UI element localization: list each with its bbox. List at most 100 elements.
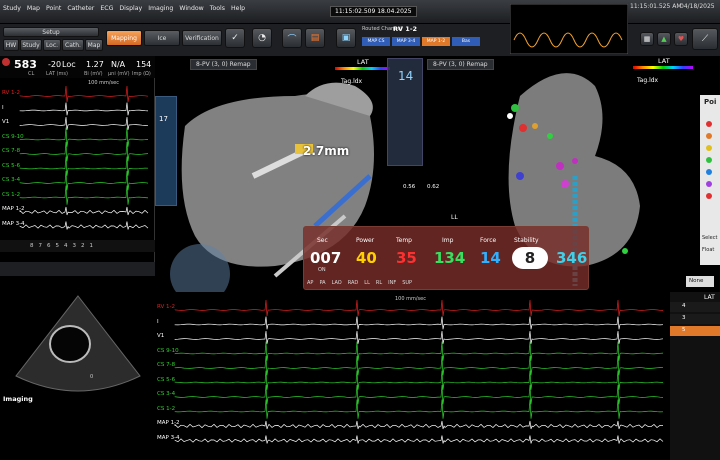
- tree-icon[interactable]: ▲: [657, 32, 671, 46]
- view-lao[interactable]: LAO: [332, 280, 342, 286]
- grid-icon[interactable]: ▦: [640, 32, 654, 46]
- egm-channel-label: I: [2, 104, 4, 111]
- chip-map-cs[interactable]: MAP CS: [362, 37, 390, 46]
- right-lat-colorbar: [633, 66, 693, 69]
- extra-value: 346: [556, 249, 588, 267]
- catheter-icon[interactable]: ⟋: [692, 28, 718, 50]
- egm-trace: [19, 206, 149, 216]
- sync-icon[interactable]: ✓: [225, 28, 245, 48]
- egm-trace: [19, 185, 149, 205]
- menu-item-map[interactable]: Map: [27, 5, 40, 12]
- lat-row[interactable]: 4: [670, 302, 720, 312]
- stability-label: Stability: [514, 237, 539, 244]
- mapping-button[interactable]: Mapping: [106, 30, 142, 46]
- egm-channel-label: RV 1-2: [2, 90, 21, 96]
- bottom-egm-traces: [174, 299, 664, 444]
- egm-channel-label: CS 9-10: [157, 347, 179, 354]
- float-label[interactable]: Float: [702, 247, 714, 253]
- menu-item-point[interactable]: Point: [46, 5, 61, 12]
- side-number: 17: [159, 115, 168, 123]
- tab-cath[interactable]: Cath.: [62, 39, 84, 51]
- menu-item-ecg[interactable]: ECG: [100, 5, 113, 12]
- respiration-waveform: [510, 4, 628, 54]
- bipolar-unit: Bi (mV): [84, 71, 103, 77]
- menu-item-catheter[interactable]: Catheter: [67, 5, 94, 12]
- power-value: 40: [356, 249, 377, 267]
- sec-value: 007: [310, 249, 342, 267]
- egm-channel-label: MAP 1-2: [157, 420, 180, 426]
- select-label[interactable]: Select: [702, 235, 717, 241]
- chip-bas[interactable]: Bas: [452, 37, 480, 46]
- chip-map-34[interactable]: MAP 3-4: [392, 37, 420, 46]
- right-clock: 11:15:01.525 AM: [630, 3, 682, 10]
- scale-tick: 3: [72, 243, 77, 249]
- heart-icon[interactable]: ♥: [674, 32, 688, 46]
- tab-loc[interactable]: Loc.: [43, 39, 61, 51]
- gauge-icon[interactable]: ◔: [252, 28, 272, 48]
- left-lat-label: LAT: [357, 58, 369, 66]
- monitor-icon[interactable]: ▣: [336, 28, 356, 48]
- export-icon[interactable]: ▤: [305, 28, 325, 48]
- egm-channel-label: CS 7-8: [157, 362, 176, 368]
- arch-icon[interactable]: ⌒: [282, 28, 302, 48]
- egm-trace: [19, 102, 149, 116]
- point-swatch[interactable]: [706, 181, 712, 187]
- egm-trace: [174, 299, 664, 317]
- stability-value: 8: [512, 247, 548, 269]
- lat-row-number: 5: [682, 327, 686, 333]
- lat-value: -20: [48, 60, 62, 69]
- setup-button[interactable]: Setup: [3, 27, 99, 37]
- egm-trace: [174, 316, 664, 330]
- slice-a-value: 0.56: [403, 184, 416, 190]
- menu-item-tools[interactable]: Tools: [210, 5, 225, 12]
- view-shortcuts: AP PA LAO RAD LL RL INF SUP: [307, 280, 412, 286]
- view-ap[interactable]: AP: [307, 280, 313, 286]
- chip-map-12[interactable]: MAP 1-2: [422, 37, 450, 46]
- imaging-label: Imaging: [3, 395, 33, 403]
- menu-item-display[interactable]: Display: [119, 5, 142, 12]
- egm-channel-label: V1: [2, 119, 10, 125]
- ice-button[interactable]: Ice: [144, 30, 180, 46]
- menu-item-help[interactable]: Help: [231, 5, 245, 12]
- point-swatch[interactable]: [706, 145, 712, 151]
- view-ll[interactable]: LL: [364, 280, 370, 286]
- egm-trace: [174, 384, 664, 405]
- distance-label: 2.7mm: [303, 144, 350, 158]
- egm-channel-label: V1: [157, 333, 165, 339]
- routed-channel-value[interactable]: RV 1-2: [393, 25, 417, 33]
- view-sup[interactable]: SUP: [402, 280, 412, 286]
- imaging-toolbar: [0, 262, 155, 276]
- view-rl[interactable]: RL: [376, 280, 382, 286]
- tab-hw[interactable]: HW: [3, 39, 19, 51]
- tab-study[interactable]: Study: [20, 39, 42, 51]
- menu-item-window[interactable]: Window: [179, 5, 203, 12]
- view-inf[interactable]: INF: [388, 280, 396, 286]
- view-pa[interactable]: PA: [319, 280, 325, 286]
- lat-row[interactable]: 3: [670, 314, 720, 324]
- view-rad[interactable]: RAD: [348, 280, 359, 286]
- none-select[interactable]: None: [686, 276, 714, 287]
- verification-button[interactable]: Verification: [182, 30, 222, 46]
- tab-map[interactable]: Map: [85, 39, 103, 51]
- point-swatch[interactable]: [706, 157, 712, 163]
- cycle-length-unit: CL: [28, 71, 35, 77]
- left-map-title[interactable]: 8-PV (3, 0) Remap: [190, 59, 257, 70]
- menu-item-study[interactable]: Study: [3, 5, 21, 12]
- right-lat-table: LAT 4 3 5: [670, 292, 720, 460]
- right-map-title[interactable]: 8-PV (3, 0) Remap: [427, 59, 494, 70]
- lat-row-number: 4: [682, 303, 686, 309]
- bottom-egm-panel: 100 mm/sec RV 1-2 I V1 CS 9-10 CS 7-8 CS 5-6 C…: [155, 292, 670, 460]
- lat-header: LAT: [704, 294, 715, 301]
- point-swatch[interactable]: [706, 121, 712, 127]
- egm-trace: [174, 355, 664, 376]
- left-lat-colorbar: [335, 67, 390, 70]
- menu-item-imaging[interactable]: Imaging: [148, 5, 173, 12]
- point-swatch[interactable]: [706, 133, 712, 139]
- point-swatch[interactable]: [706, 193, 712, 199]
- temp-label: Temp: [396, 237, 412, 244]
- egm-channel-label: CS 3-4: [157, 391, 176, 397]
- lat-row-selected[interactable]: 5: [670, 326, 720, 336]
- loc-label: Loc: [62, 60, 76, 69]
- point-swatch[interactable]: [706, 169, 712, 175]
- ll-label: LL: [451, 214, 458, 221]
